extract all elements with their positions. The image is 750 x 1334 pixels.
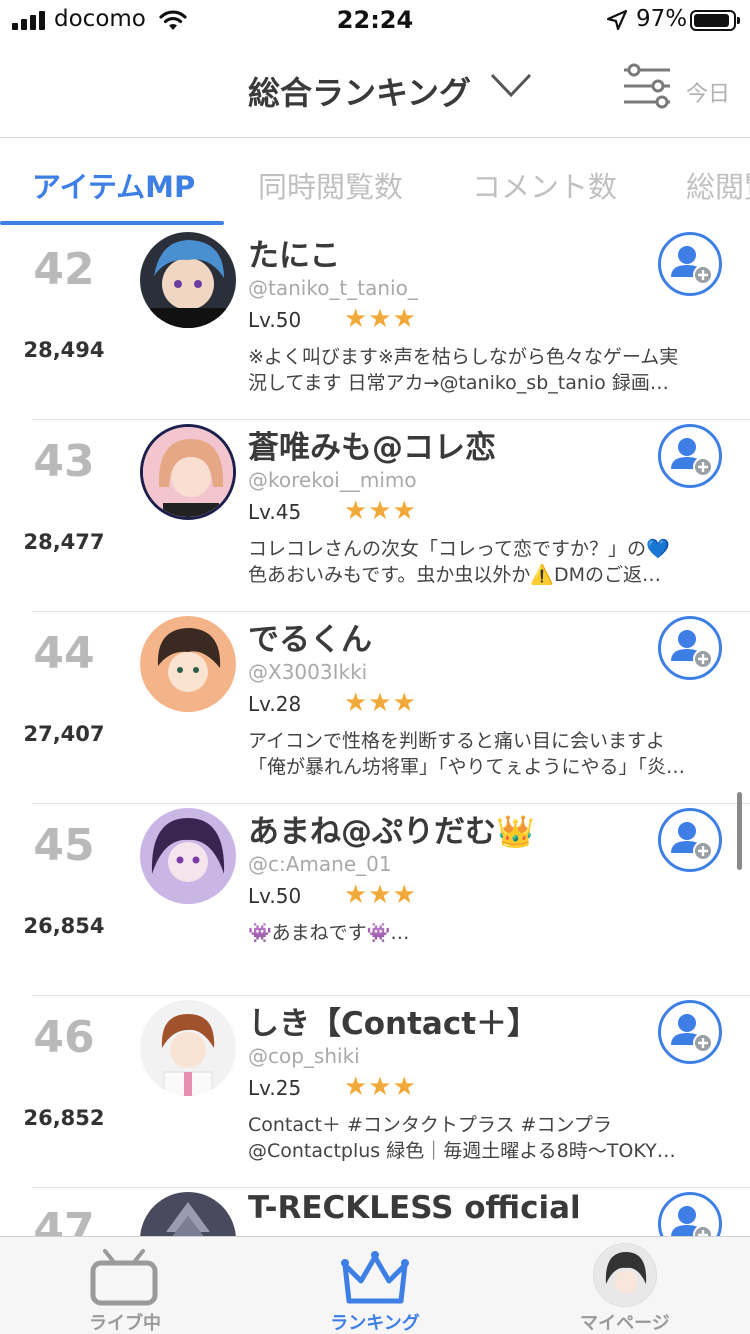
star-rating: ★★★ — [344, 304, 417, 334]
streamer-handle: @cop_shiki — [248, 1044, 360, 1068]
avatar[interactable] — [140, 232, 236, 328]
level: Lv.50 — [248, 308, 302, 332]
follow-button[interactable] — [658, 1192, 722, 1236]
ranking-row[interactable]: 46 26,852 しき【Contact＋】 @cop_shiki Lv.25 … — [0, 996, 750, 1188]
status-bar: docomo 22:24 97% — [0, 0, 750, 42]
filter-icon[interactable] — [622, 62, 672, 110]
ranking-row[interactable]: 42 28,494 たにこ @taniko_t_tanio_ Lv.50 ★★★… — [0, 228, 750, 420]
tab-concurrent-viewers[interactable]: 同時閲覧数 — [258, 164, 403, 206]
ranking-row[interactable]: 45 26,854 あまね@ぷりだむ👑 @c:Amane_01 Lv.50 ★★… — [0, 804, 750, 996]
star-rating: ★★★ — [344, 496, 417, 526]
rank-number: 44 — [33, 628, 95, 679]
tab-live-label: ライブ中 — [89, 1313, 161, 1334]
page-title[interactable]: 総合ランキング — [248, 68, 471, 114]
level: Lv.50 — [248, 884, 302, 908]
avatar[interactable] — [140, 616, 236, 712]
battery-icon — [690, 10, 740, 31]
star-rating: ★★★ — [344, 880, 417, 910]
avatar[interactable] — [140, 808, 236, 904]
scrollbar[interactable] — [737, 792, 742, 870]
rank-number: 43 — [33, 436, 95, 487]
chevron-down-icon[interactable] — [490, 70, 532, 100]
tab-mypage-label: マイページ — [580, 1313, 670, 1334]
avatar — [593, 1243, 657, 1307]
tab-comments[interactable]: コメント数 — [472, 164, 617, 206]
score: 28,477 — [23, 530, 105, 554]
follow-user-icon — [671, 630, 713, 669]
follow-user-icon — [671, 822, 713, 861]
streamer-name[interactable]: たにこ — [248, 230, 340, 275]
streamer-handle: @c:Amane_01 — [248, 852, 392, 876]
streamer-name[interactable]: しき【Contact＋】 — [248, 998, 538, 1043]
tab-item-mp[interactable]: アイテムMP — [32, 164, 195, 206]
level: Lv.25 — [248, 1076, 302, 1100]
avatar[interactable] — [140, 1192, 236, 1236]
follow-button[interactable] — [658, 232, 722, 296]
avatar[interactable] — [140, 424, 236, 520]
streamer-handle: @X3003Ikki — [248, 660, 368, 684]
tab-live[interactable]: ライブ中 — [0, 1237, 250, 1334]
ranking-row[interactable]: 43 28,477 蒼唯みも@コレ恋 @korekoi__mimo Lv.45 … — [0, 420, 750, 612]
score: 27,407 — [23, 722, 105, 746]
streamer-bio: アイコンで性格を判断すると痛い目に会いますよ 「俺が暴れん坊将軍」「やりてぇよう… — [248, 730, 686, 778]
streamer-name[interactable]: T-RECKLESS official — [248, 1190, 581, 1226]
streamer-name[interactable]: でるくん — [248, 614, 372, 659]
score: 28,494 — [23, 338, 105, 362]
follow-user-icon — [671, 1206, 713, 1236]
streamer-handle: @taniko_t_tanio_ — [248, 276, 418, 300]
rank-number: 45 — [33, 820, 95, 871]
app-header: 総合ランキング 今日 — [0, 42, 750, 138]
active-tab-indicator — [0, 221, 224, 225]
crown-icon — [341, 1251, 409, 1304]
streamer-name[interactable]: あまね@ぷりだむ👑 — [248, 806, 535, 851]
score: 26,854 — [23, 914, 105, 938]
period-label[interactable]: 今日 — [686, 76, 730, 108]
streamer-bio: ※よく叫びます※声を枯らしながら色々なゲーム実 況してます 日常アカ→@tani… — [248, 346, 679, 394]
ranking-row[interactable]: 44 27,407 でるくん @X3003Ikki Lv.28 ★★★ アイコン… — [0, 612, 750, 804]
bottom-tab-bar: ライブ中 ランキング マイページ — [0, 1236, 750, 1334]
ranking-row[interactable]: 47 T-RECKLESS official — [0, 1188, 750, 1236]
tv-icon — [90, 1249, 158, 1306]
streamer-bio: Contact＋ #コンタクトプラス #コンプラ @Contactplus 緑色… — [248, 1114, 676, 1162]
score: 26,852 — [23, 1106, 105, 1130]
streamer-name[interactable]: 蒼唯みも@コレ恋 — [248, 422, 496, 467]
follow-button[interactable] — [658, 1000, 722, 1064]
level: Lv.28 — [248, 692, 302, 716]
avatar[interactable] — [140, 1000, 236, 1096]
streamer-handle: @korekoi__mimo — [248, 468, 417, 492]
star-rating: ★★★ — [344, 1072, 417, 1102]
follow-button[interactable] — [658, 616, 722, 680]
tab-total-views[interactable]: 総閲覧 — [686, 164, 750, 206]
tab-ranking-label: ランキング — [330, 1313, 420, 1334]
follow-user-icon — [671, 438, 713, 477]
follow-user-icon — [671, 246, 713, 285]
rank-number: 46 — [33, 1012, 95, 1063]
follow-button[interactable] — [658, 808, 722, 872]
level: Lv.45 — [248, 500, 302, 524]
tab-mypage[interactable]: マイページ — [500, 1237, 750, 1334]
streamer-bio: コレコレさんの次女「コレって恋ですか？」の💙 色あおいみもです。虫か虫以外か⚠️… — [248, 538, 670, 586]
follow-button[interactable] — [658, 424, 722, 488]
star-rating: ★★★ — [344, 688, 417, 718]
follow-user-icon — [671, 1014, 713, 1053]
rank-number: 47 — [33, 1204, 95, 1236]
battery-percent: 97% — [636, 6, 688, 32]
ranking-list: 42 28,494 たにこ @taniko_t_tanio_ Lv.50 ★★★… — [0, 228, 750, 1236]
rank-number: 42 — [33, 244, 95, 295]
tab-ranking[interactable]: ランキング — [250, 1237, 500, 1334]
location-icon — [606, 9, 628, 31]
category-tabs: アイテムMP 同時閲覧数 コメント数 総閲覧 — [0, 138, 750, 228]
streamer-bio: 👾あまねです👾… — [248, 922, 410, 944]
